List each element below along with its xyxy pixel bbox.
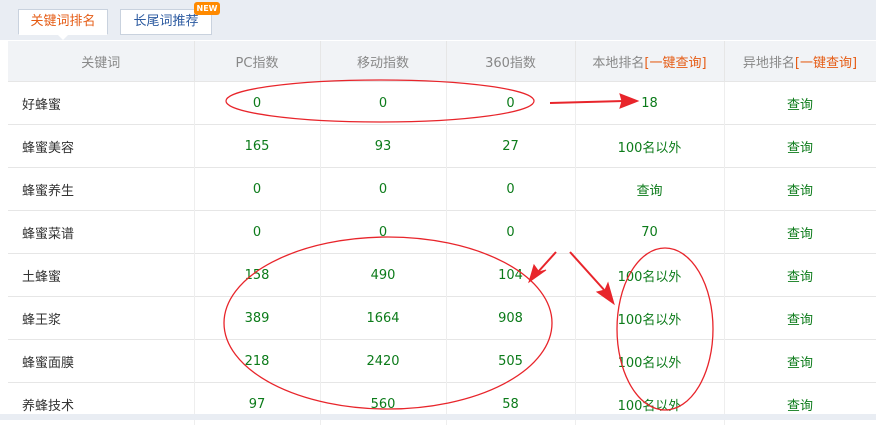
pc-index-cell: 0 [194, 82, 320, 125]
s360-index-cell: 27 [446, 125, 575, 168]
local-rank-cell: 18 [575, 82, 724, 125]
s360-index-cell: 104 [446, 254, 575, 297]
remote-rank-label: 异地排名 [743, 56, 795, 71]
local-rank-cell: 100名以外 [575, 340, 724, 383]
keyword-cell: 蜂蜜面膜 [8, 340, 194, 383]
keyword-cell: 蜂蜜养生 [8, 168, 194, 211]
pc-index-cell: 0 [194, 211, 320, 254]
table-row: 土蜂蜜 158 490 104 100名以外 查询 [8, 254, 876, 297]
remote-rank-query-link[interactable]: 查询 [724, 211, 876, 254]
mobile-index-cell: 490 [320, 254, 446, 297]
table-header-row: 关键词 PC指数 移动指数 360指数 本地排名[一键查询] 异地排名[一键查询… [8, 41, 876, 82]
pc-index-cell: 218 [194, 340, 320, 383]
tab-keyword-ranking[interactable]: 关键词排名 [18, 9, 108, 35]
mobile-index-cell: 2420 [320, 340, 446, 383]
table-row: 蜂蜜菜谱 0 0 0 70 查询 [8, 211, 876, 254]
col-header-pc-index: PC指数 [194, 41, 320, 82]
mobile-index-cell: 0 [320, 168, 446, 211]
col-header-mobile-index: 移动指数 [320, 41, 446, 82]
pc-index-cell: 158 [194, 254, 320, 297]
keyword-cell: 土蜂蜜 [8, 254, 194, 297]
local-rank-cell: 100名以外 [575, 297, 724, 340]
remote-rank-query-link[interactable]: 查询 [724, 82, 876, 125]
remote-rank-query-link[interactable]: 查询 [724, 168, 876, 211]
pc-index-cell: 0 [194, 168, 320, 211]
s360-index-cell: 0 [446, 211, 575, 254]
remote-rank-query-link[interactable]: 查询 [724, 297, 876, 340]
local-one-click-query-link[interactable]: [一键查询] [644, 56, 706, 71]
keyword-cell: 蜂王浆 [8, 297, 194, 340]
keyword-cell: 蜂蜜美容 [8, 125, 194, 168]
local-rank-cell: 100名以外 [575, 254, 724, 297]
col-header-local-rank: 本地排名[一键查询] [575, 41, 724, 82]
keyword-cell: 好蜂蜜 [8, 82, 194, 125]
col-header-keyword: 关键词 [8, 41, 194, 82]
tab-bar: 关键词排名 长尾词推荐 NEW [0, 0, 876, 40]
bottom-strip [0, 414, 876, 420]
s360-index-cell: 0 [446, 82, 575, 125]
keyword-table: 关键词 PC指数 移动指数 360指数 本地排名[一键查询] 异地排名[一键查询… [8, 41, 876, 425]
remote-rank-query-link[interactable]: 查询 [724, 340, 876, 383]
s360-index-cell: 0 [446, 168, 575, 211]
mobile-index-cell: 1664 [320, 297, 446, 340]
mobile-index-cell: 93 [320, 125, 446, 168]
remote-rank-query-link[interactable]: 查询 [724, 125, 876, 168]
s360-index-cell: 505 [446, 340, 575, 383]
new-badge: NEW [194, 2, 220, 15]
keyword-cell: 蜂蜜菜谱 [8, 211, 194, 254]
local-rank-query-link[interactable]: 查询 [575, 168, 724, 211]
col-header-remote-rank: 异地排名[一键查询] [724, 41, 876, 82]
table-row: 蜂蜜面膜 218 2420 505 100名以外 查询 [8, 340, 876, 383]
mobile-index-cell: 0 [320, 211, 446, 254]
pc-index-cell: 389 [194, 297, 320, 340]
table-row: 蜂蜜养生 0 0 0 查询 查询 [8, 168, 876, 211]
col-header-360-index: 360指数 [446, 41, 575, 82]
pc-index-cell: 165 [194, 125, 320, 168]
table-row: 好蜂蜜 0 0 0 18 查询 [8, 82, 876, 125]
local-rank-cell: 100名以外 [575, 125, 724, 168]
mobile-index-cell: 0 [320, 82, 446, 125]
s360-index-cell: 908 [446, 297, 575, 340]
remote-rank-query-link[interactable]: 查询 [724, 254, 876, 297]
table-row: 蜂蜜美容 165 93 27 100名以外 查询 [8, 125, 876, 168]
local-rank-cell: 70 [575, 211, 724, 254]
remote-one-click-query-link[interactable]: [一键查询] [795, 56, 857, 71]
table-row: 蜂王浆 389 1664 908 100名以外 查询 [8, 297, 876, 340]
local-rank-label: 本地排名 [592, 56, 644, 71]
